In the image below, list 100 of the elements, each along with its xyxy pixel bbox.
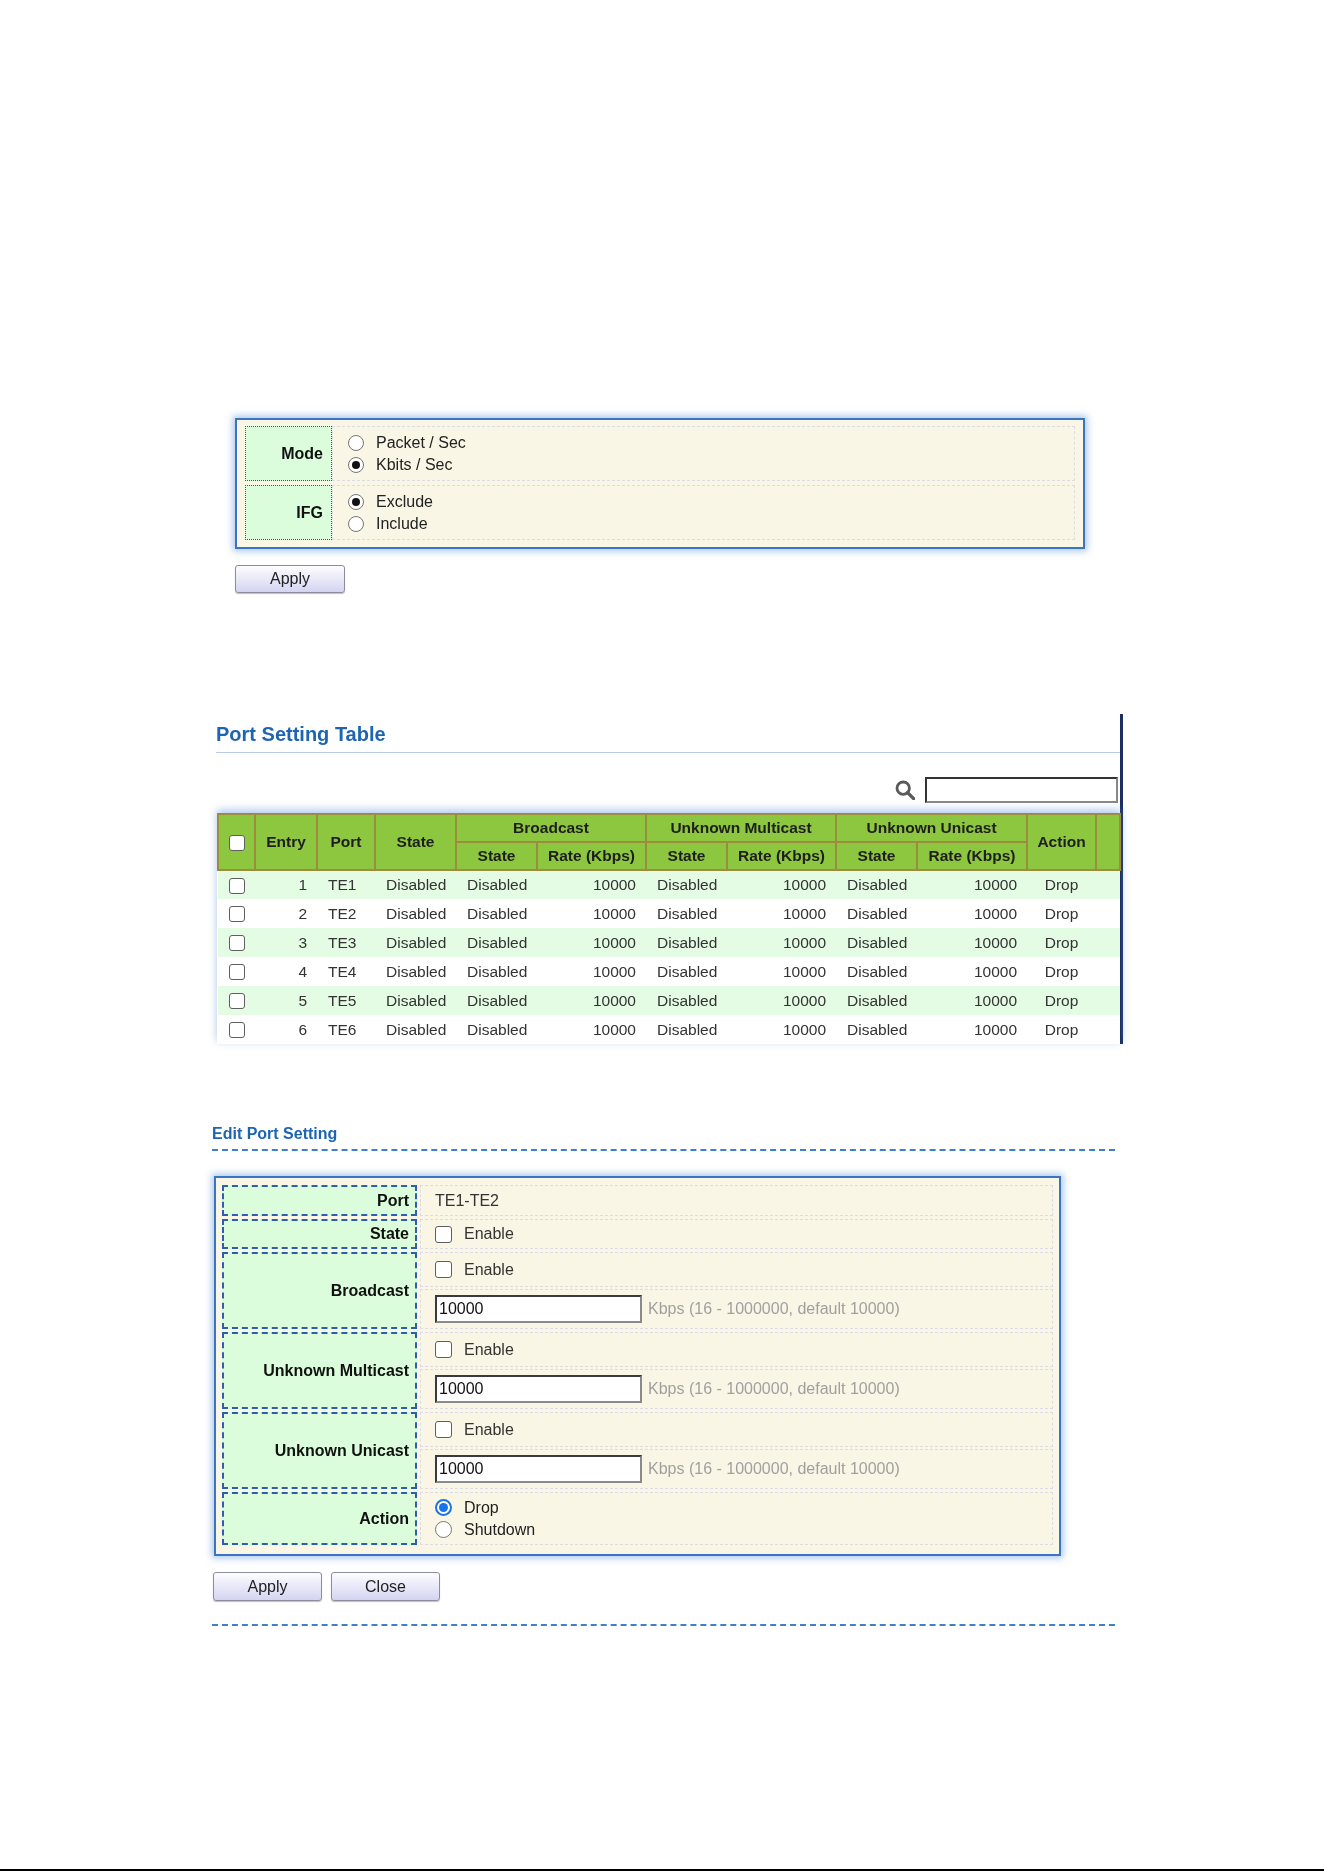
rate-input[interactable]: 10000 bbox=[435, 1455, 642, 1483]
table-cell: Disabled bbox=[375, 1015, 456, 1044]
table-cell: Drop bbox=[1027, 1015, 1097, 1044]
radio-button[interactable] bbox=[348, 456, 364, 473]
column-header: Action bbox=[1027, 814, 1097, 870]
checkbox[interactable] bbox=[435, 1225, 452, 1243]
field-label: IFG bbox=[245, 485, 332, 540]
column-header: State bbox=[646, 842, 727, 870]
table-cell: 10000 bbox=[537, 928, 646, 957]
table-cell: 10000 bbox=[917, 986, 1028, 1015]
field-label: Action bbox=[222, 1492, 417, 1545]
table-cell: 10000 bbox=[917, 899, 1028, 928]
table-cell: 10000 bbox=[727, 928, 836, 957]
table-cell: 3 bbox=[255, 928, 317, 957]
radio-button[interactable] bbox=[348, 493, 364, 510]
field-label: Unknown Multicast bbox=[222, 1332, 417, 1409]
table-cell: 10000 bbox=[537, 986, 646, 1015]
table-cell: Disabled bbox=[456, 899, 537, 928]
table-cell: Disabled bbox=[646, 899, 727, 928]
table-cell: Disabled bbox=[646, 928, 727, 957]
option-label: Include bbox=[376, 514, 428, 533]
checkbox-label: Enable bbox=[464, 1225, 514, 1243]
row-checkbox[interactable] bbox=[228, 877, 245, 894]
field-label: Mode bbox=[245, 426, 332, 481]
hint-text: Kbps (16 - 1000000, default 10000) bbox=[648, 1460, 900, 1478]
rate-input[interactable]: 10000 bbox=[435, 1375, 642, 1403]
table-cell: Disabled bbox=[646, 1015, 727, 1044]
table-cell: 10000 bbox=[727, 957, 836, 986]
table-cell: Disabled bbox=[456, 986, 537, 1015]
apply-button[interactable]: Apply bbox=[235, 565, 345, 593]
table-cell: 5 bbox=[255, 986, 317, 1015]
table-cell: 10000 bbox=[537, 957, 646, 986]
table-cell: TE1 bbox=[317, 870, 375, 899]
column-header: Entry bbox=[255, 814, 317, 870]
row-checkbox[interactable] bbox=[228, 964, 245, 981]
checkbox[interactable] bbox=[435, 1341, 452, 1358]
hint-text: Kbps (16 - 1000000, default 10000) bbox=[648, 1300, 900, 1318]
table-cell: 10000 bbox=[537, 899, 646, 928]
radio-button[interactable] bbox=[435, 1521, 452, 1538]
row-checkbox[interactable] bbox=[228, 906, 245, 923]
row-checkbox[interactable] bbox=[228, 935, 245, 952]
column-header: Unknown Unicast bbox=[836, 814, 1028, 842]
table-cell: 10000 bbox=[537, 870, 646, 899]
option-label: Kbits / Sec bbox=[376, 455, 453, 474]
radio-button[interactable] bbox=[435, 1499, 452, 1516]
table-cell: Disabled bbox=[456, 928, 537, 957]
checkbox-label: Enable bbox=[464, 1420, 514, 1439]
table-cell: Disabled bbox=[456, 1015, 537, 1044]
table-cell: Disabled bbox=[836, 928, 917, 957]
close-button[interactable]: Close bbox=[331, 1572, 440, 1601]
table-cell: Disabled bbox=[836, 986, 917, 1015]
table-cell: TE2 bbox=[317, 899, 375, 928]
row-checkbox[interactable] bbox=[228, 993, 245, 1010]
radio-button[interactable] bbox=[348, 515, 364, 532]
search-icon bbox=[895, 780, 915, 800]
checkbox-label: Enable bbox=[464, 1340, 514, 1359]
table-cell bbox=[1096, 957, 1121, 986]
table-cell: Disabled bbox=[836, 870, 917, 899]
table-cell: TE3 bbox=[317, 928, 375, 957]
column-header: State bbox=[375, 814, 456, 870]
table-cell: TE4 bbox=[317, 957, 375, 986]
table-cell: Disabled bbox=[375, 957, 456, 986]
table-cell: Disabled bbox=[646, 986, 727, 1015]
table-cell: 10000 bbox=[727, 899, 836, 928]
table-cell: Disabled bbox=[375, 870, 456, 899]
select-all-checkbox[interactable] bbox=[228, 834, 245, 851]
table-cell: 10000 bbox=[537, 1015, 646, 1044]
field-label: Unknown Unicast bbox=[222, 1412, 417, 1489]
radio-button[interactable] bbox=[348, 434, 364, 451]
row-checkbox[interactable] bbox=[228, 1022, 245, 1039]
checkbox[interactable] bbox=[435, 1261, 452, 1278]
rate-input[interactable]: 10000 bbox=[435, 1295, 642, 1323]
table-cell: Disabled bbox=[836, 1015, 917, 1044]
search-field[interactable] bbox=[925, 777, 1118, 803]
table-cell: 10000 bbox=[727, 870, 836, 899]
field-label: Broadcast bbox=[222, 1252, 417, 1329]
table-cell: 10000 bbox=[727, 986, 836, 1015]
table-cell: TE5 bbox=[317, 986, 375, 1015]
table-cell: Disabled bbox=[375, 928, 456, 957]
table-cell: 10000 bbox=[917, 870, 1028, 899]
checkbox[interactable] bbox=[435, 1421, 452, 1438]
option-label: Exclude bbox=[376, 492, 433, 511]
table-cell: TE6 bbox=[317, 1015, 375, 1044]
column-header: Rate (Kbps) bbox=[917, 842, 1028, 870]
table-cell: Disabled bbox=[836, 957, 917, 986]
table-cell: Disabled bbox=[836, 899, 917, 928]
table-cell: Drop bbox=[1027, 957, 1097, 986]
table-cell: 10000 bbox=[917, 957, 1028, 986]
table-cell: 4 bbox=[255, 957, 317, 986]
table-cell: Disabled bbox=[646, 870, 727, 899]
table-cell bbox=[1096, 928, 1121, 957]
table-cell: Drop bbox=[1027, 986, 1097, 1015]
table-cell: 6 bbox=[255, 1015, 317, 1044]
table-cell: 2 bbox=[255, 899, 317, 928]
table-cell: Drop bbox=[1027, 870, 1097, 899]
apply-button[interactable]: Apply bbox=[213, 1572, 322, 1601]
table-cell: Disabled bbox=[456, 870, 537, 899]
option-label: Shutdown bbox=[464, 1520, 536, 1539]
table-cell: Disabled bbox=[646, 957, 727, 986]
table-cell bbox=[1096, 899, 1121, 928]
